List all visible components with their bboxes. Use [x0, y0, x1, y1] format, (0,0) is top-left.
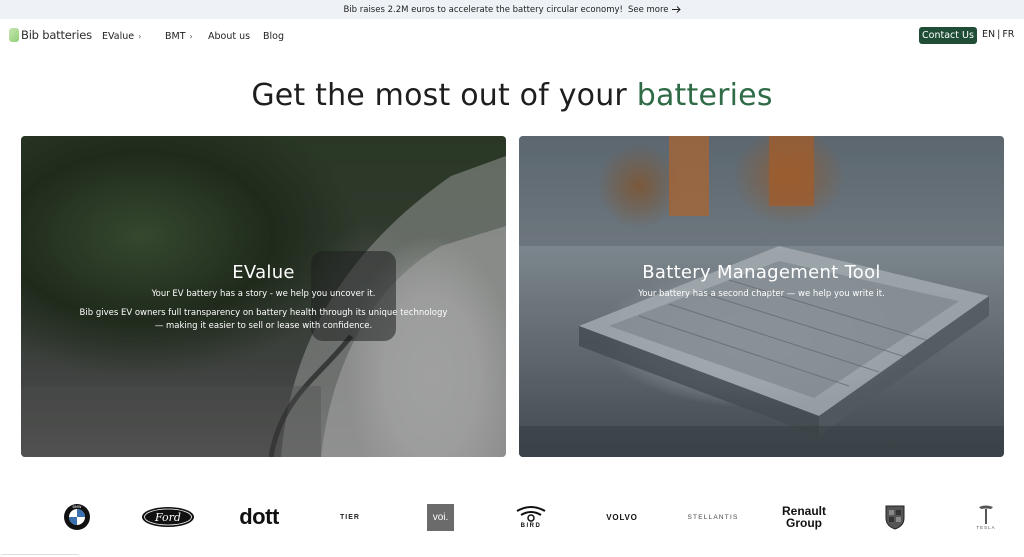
ford-logo: Ford — [140, 500, 196, 534]
banner-text: Bib raises 2.2M euros to accelerate the … — [343, 4, 623, 15]
lang-en-link[interactable]: EN — [982, 29, 995, 40]
logo-mark-icon — [9, 28, 19, 42]
nav-item-about[interactable]: About us — [208, 31, 250, 42]
contact-us-button[interactable]: Contact Us — [919, 27, 977, 44]
nav-item-evalue[interactable]: EValue › — [102, 31, 141, 42]
announcement-banner: Bib raises 2.2M euros to accelerate the … — [0, 0, 1024, 19]
partner-logos: BMW Ford dott TIER voi. BIRD VOLVO STELL… — [0, 500, 1024, 540]
card-content: Battery Management Tool Your battery has… — [519, 262, 1004, 299]
lang-fr-link[interactable]: FR — [1002, 29, 1014, 40]
nav-item-label: About us — [208, 31, 251, 42]
language-switcher: EN | FR — [982, 29, 1014, 40]
card-body: Bib gives EV owners full transparency on… — [21, 307, 506, 333]
hero-title: Get the most out of your batteries — [0, 78, 1024, 113]
chevron-right-icon: › — [138, 32, 142, 41]
card-title: EValue — [232, 262, 295, 283]
voi-logo: voi. — [427, 500, 454, 534]
bird-logo: BIRD — [513, 500, 549, 534]
hero-title-main: Get the most out of your — [251, 78, 637, 113]
card-subtitle: Your battery has a second chapter — we h… — [638, 289, 885, 299]
tier-logo: TIER — [340, 513, 360, 521]
stellantis-logo: STELLANTIS — [687, 513, 739, 521]
see-more-label: See more — [627, 4, 669, 15]
chevron-right-icon: › — [189, 32, 193, 41]
dott-logo: dott — [239, 504, 279, 529]
main-nav: Bib batteries EValue › BMT › About us Bl… — [0, 19, 1024, 53]
bmt-card[interactable]: Battery Management Tool Your battery has… — [519, 136, 1004, 457]
renault-group-logo: Renault Group — [781, 504, 826, 530]
svg-text:BMW: BMW — [73, 505, 82, 509]
card-body-line: — making it easier to sell or lease with… — [154, 321, 373, 331]
porsche-crest-logo — [882, 500, 908, 534]
volvo-logo: VOLVO — [606, 512, 638, 522]
svg-text:Ford: Ford — [154, 511, 181, 524]
nav-item-label: Blog — [263, 31, 284, 42]
nav-item-blog[interactable]: Blog — [263, 31, 284, 42]
arrow-right-icon — [671, 6, 681, 13]
card-body-line: Bib gives EV owners full transparency on… — [79, 308, 448, 318]
bmw-logo: BMW — [62, 500, 92, 534]
nav-item-label: BMT — [165, 31, 186, 42]
card-subtitle: Your EV battery has a story - we help yo… — [151, 289, 376, 299]
card-title: Battery Management Tool — [642, 262, 881, 283]
nav-item-bmt[interactable]: BMT › — [165, 31, 193, 42]
brand-logo[interactable]: Bib batteries — [9, 28, 92, 42]
lang-separator: | — [997, 29, 1001, 40]
card-content: EValue Your EV battery has a story - we … — [21, 262, 506, 333]
tesla-logo: TESLA — [972, 500, 1000, 534]
see-more-link[interactable]: See more — [628, 5, 681, 15]
logo-text: Bib batteries — [21, 28, 92, 42]
nav-item-label: EValue — [102, 31, 135, 42]
hero-title-accent: batteries — [636, 78, 773, 113]
evalue-card[interactable]: EValue Your EV battery has a story - we … — [21, 136, 506, 457]
